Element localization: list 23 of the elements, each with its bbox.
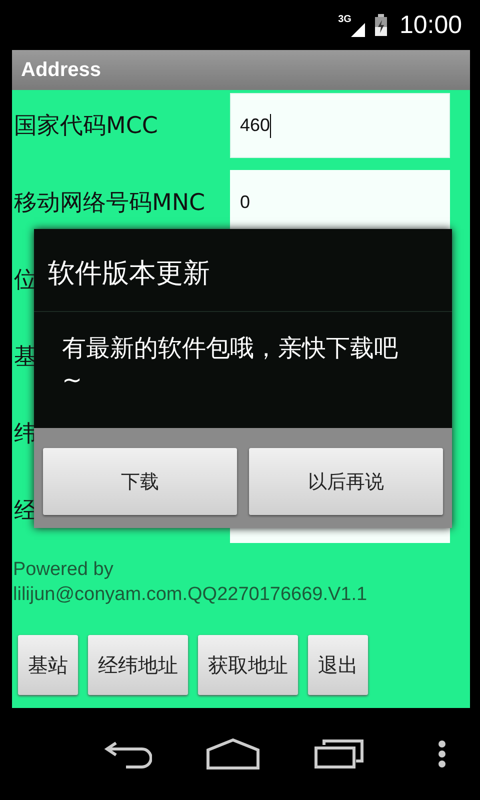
back-icon[interactable] — [104, 739, 152, 769]
overflow-menu-icon[interactable] — [438, 740, 446, 768]
dialog-message: 有最新的软件包哦，亲快下载吧~ — [61, 333, 399, 396]
network-type: 3G — [338, 14, 352, 25]
field-label: 国家代码MCC — [14, 113, 158, 139]
dialog-title: 软件版本更新 — [34, 229, 452, 312]
action-button[interactable]: 获取地址 — [198, 635, 298, 695]
action-button[interactable]: 经纬地址 — [88, 635, 188, 695]
action-button[interactable]: 退出 — [308, 635, 368, 695]
battery-icon — [375, 14, 388, 36]
dialog-button[interactable]: 下载 — [43, 448, 237, 515]
home-icon[interactable] — [206, 738, 260, 770]
dialog-button[interactable]: 以后再说 — [249, 448, 443, 515]
window-title: Address — [21, 58, 102, 82]
action-button[interactable]: 基站 — [18, 635, 78, 695]
clock: 10:00 — [399, 10, 462, 40]
input-field[interactable]: 460 — [230, 93, 450, 158]
credit-text: Powered by lilijun@conyam.com.QQ2270176669.V1.1 — [12, 558, 368, 607]
field-label: 移动网络号码MNC — [14, 190, 206, 216]
recent-apps-icon[interactable] — [314, 739, 364, 769]
field-label: 经 — [14, 498, 37, 524]
field-label: 基 — [14, 344, 37, 370]
field-label: 位 — [14, 267, 37, 293]
